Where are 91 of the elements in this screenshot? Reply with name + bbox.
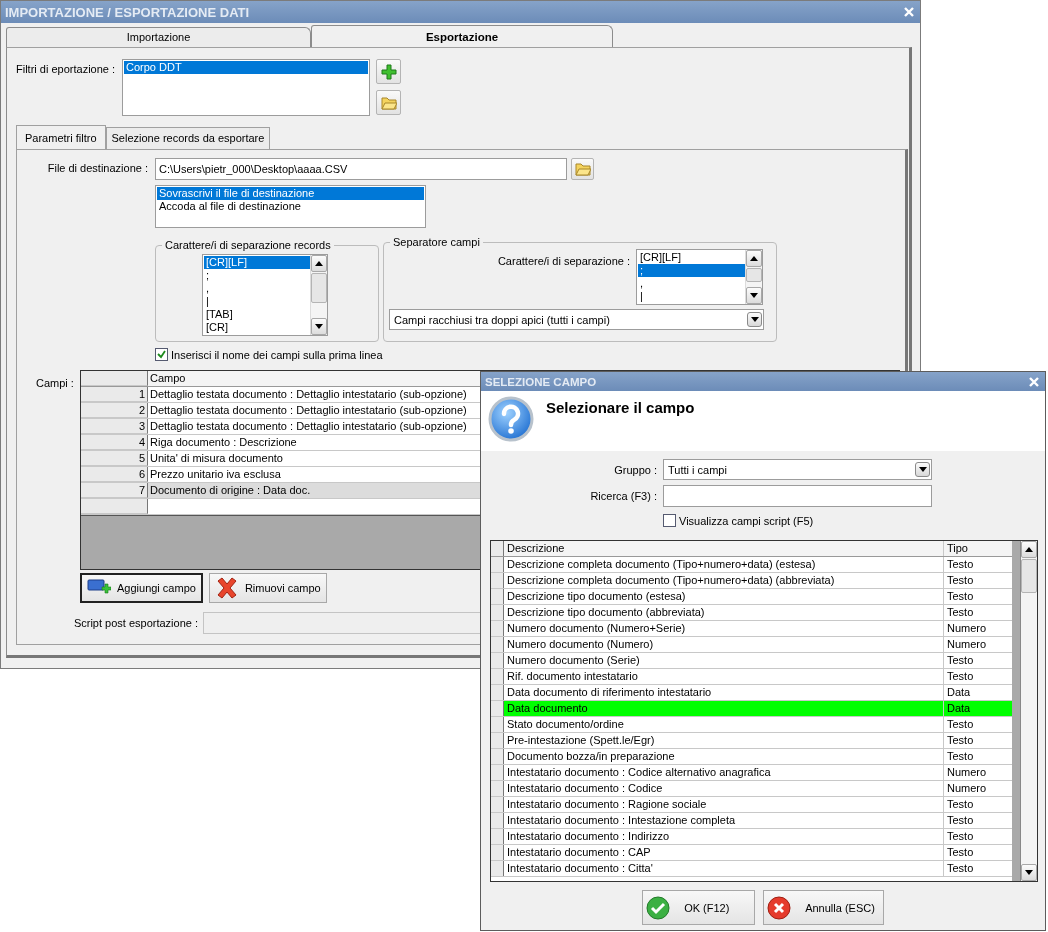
table-cell[interactable]: Numero documento (Numero) [504,637,944,652]
list-item[interactable]: | [638,290,745,303]
table-cell[interactable]: Testo [944,829,1012,844]
table-cell[interactable]: Testo [944,605,1012,620]
table-cell[interactable]: Numero [944,781,1012,796]
table-cell[interactable]: Testo [944,845,1012,860]
list-item[interactable]: Sovrascrivi il file di destinazione [157,187,424,200]
table-cell[interactable]: Intestatario documento : Codice [504,781,944,796]
table-cell[interactable]: Intestatario documento : Ragione sociale [504,797,944,812]
dropdown[interactable]: Tutti i campi [663,459,932,480]
list-box[interactable]: [CR][LF] ; , | [637,250,745,304]
tab[interactable]: Esportazione [311,25,613,47]
table-cell[interactable]: Data documento di riferimento intestatario [504,685,944,700]
ok-button[interactable]: OK (F12) [642,890,756,925]
field-label: Carattere/i di separazione : [497,254,631,269]
tab[interactable]: Parametri filtro [16,125,106,149]
table-cell[interactable]: Stato documento/ordine [504,717,944,732]
table-cell[interactable]: Intestatario documento : Indirizzo [504,829,944,844]
list-item[interactable]: Accoda al file di destinazione [157,200,424,213]
table-cell[interactable]: Testo [944,589,1012,604]
dropdown[interactable]: Campi racchiusi tra doppi apici (tutti i campi) [389,309,764,330]
table-cell[interactable]: Numero documento (Numero+Serie) [504,621,944,636]
list-item[interactable]: , [204,282,310,295]
remove-button[interactable]: Rimuovi campo [208,573,327,603]
list-item[interactable]: [CR][LF] [638,251,745,264]
field-label: Script post esportazione : [72,617,199,629]
row-number: 6 [81,467,148,482]
list-item[interactable]: | [204,295,310,308]
table-cell[interactable]: Pre-intestazione (Spett.le/Egr) [504,733,944,748]
table-cell[interactable]: Intestatario documento : Citta' [504,861,944,876]
list-box[interactable]: Corpo DDT [122,59,370,116]
input-field[interactable]: C:\Users\pietr_000\Desktop\aaaa.CSV [155,158,567,180]
table-cell[interactable]: Testo [944,733,1012,748]
row-number: 2 [81,403,148,418]
table-cell[interactable]: Data documento [504,701,944,716]
list-item[interactable]: [TAB] [204,308,310,321]
table-cell[interactable]: Descrizione completa documento (Tipo+numero+data) (abbreviata) [504,573,944,588]
list-item[interactable]: [CR] [204,321,310,334]
table-cell[interactable]: Descrizione tipo documento (estesa) [504,589,944,604]
checkbox-label: Visualizza campi script (F5) [679,514,814,527]
add-button[interactable]: Aggiungi campo [80,573,203,603]
table-cell[interactable]: Numero [944,637,1012,652]
group-title: Carattere/i di separazione records [164,239,332,251]
table-cell[interactable]: Data [944,701,1012,716]
field-label: Gruppo : [613,463,658,476]
table-cell[interactable]: Testo [944,813,1012,828]
table-cell[interactable]: Testo [944,717,1012,732]
table-cell[interactable]: Documento bozza/in preparazione [504,749,944,764]
tab[interactable]: Importazione [6,27,311,47]
list-box[interactable]: [CR][LF] ; , | [TAB] [CR] [203,255,310,335]
row-number: 3 [81,419,148,434]
column-header[interactable]: Descrizione [504,541,944,556]
table-cell[interactable]: Intestatario documento : Intestazione completa [504,813,944,828]
list-item[interactable]: Corpo DDT [124,61,368,74]
row-number: 1 [81,387,148,402]
table-cell[interactable]: Numero [944,621,1012,636]
column-header[interactable]: Tipo [944,541,1012,556]
field-label: Campi : [35,376,75,391]
window-title: IMPORTAZIONE / ESPORTAZIONE DATI [5,4,250,20]
field-label: Ricerca (F3) : [589,490,658,502]
row-number: 5 [81,451,148,466]
table-cell[interactable]: Numero documento (Serie) [504,653,944,668]
table-cell[interactable]: Descrizione tipo documento (abbreviata) [504,605,944,620]
field-label: File di destinazione : [46,161,149,174]
list-item[interactable]: , [638,277,745,290]
tab[interactable]: Selezione records da esportare [105,127,271,149]
row-number: 7 [81,483,148,498]
table-cell[interactable]: Testo [944,573,1012,588]
checkbox-label: Inserisci il nome dei campi sulla prima linea [171,348,383,361]
list-item[interactable]: ; [638,264,745,277]
table-cell[interactable]: Testo [944,557,1012,572]
dialog-heading: Selezionare il campo [546,399,695,416]
list-item[interactable]: ; [204,269,310,282]
list-item[interactable]: [CR][LF] [204,256,310,269]
cancel-button[interactable]: Annulla (ESC) [763,890,884,925]
table-cell[interactable]: Data [944,685,1012,700]
list-box[interactable]: Sovrascrivi il file di destinazione Accoda al file di destinazione [155,185,426,228]
table-cell[interactable]: Testo [944,861,1012,876]
row-number: 4 [81,435,148,450]
table-cell[interactable]: Descrizione completa documento (Tipo+numero+data) (estesa) [504,557,944,572]
table-cell[interactable]: Testo [944,669,1012,684]
table-cell[interactable]: Rif. documento intestatario [504,669,944,684]
table-cell[interactable]: Testo [944,749,1012,764]
field-label: Filtri di eportazione : [16,62,117,75]
table-cell[interactable]: Intestatario documento : CAP [504,845,944,860]
table-cell[interactable]: Testo [944,797,1012,812]
table-cell[interactable]: Intestatario documento : Codice alternativo anagrafica [504,765,944,780]
table-cell[interactable]: Testo [944,653,1012,668]
window-title: SELEZIONE CAMPO [485,375,597,388]
group-title: Separatore campi [392,236,481,248]
table-cell[interactable]: Numero [944,765,1012,780]
